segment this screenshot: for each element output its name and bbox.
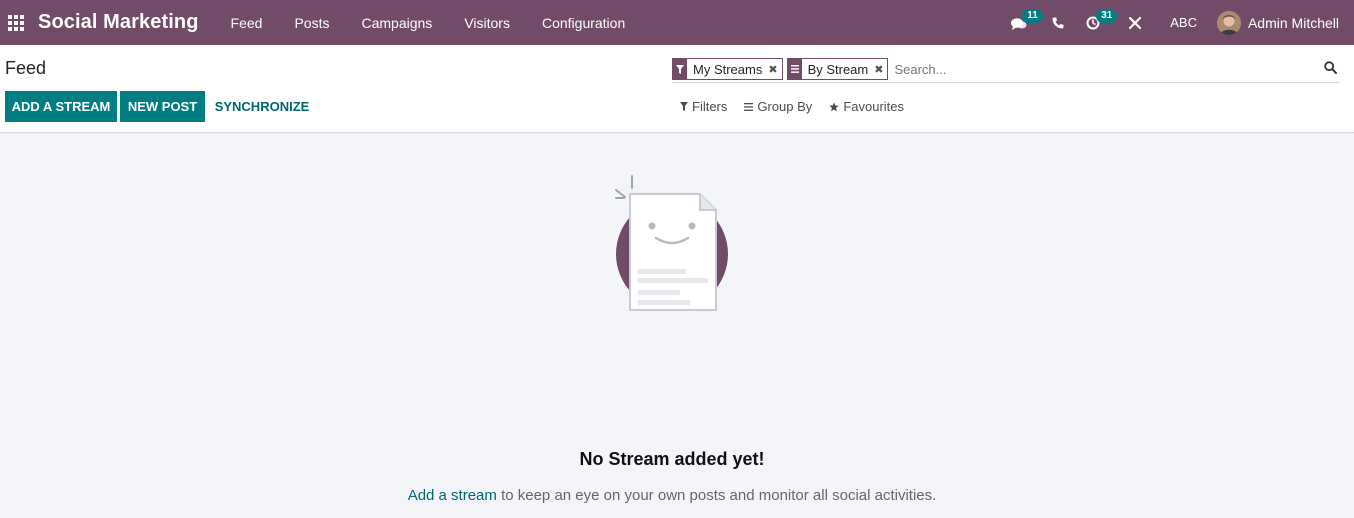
activities-count-badge: 31: [1096, 9, 1118, 23]
user-name: Admin Mitchell: [1247, 14, 1339, 31]
activities-button[interactable]: 31: [1070, 0, 1120, 45]
favourites-dropdown[interactable]: Favourites: [829, 99, 904, 114]
menu-visitors[interactable]: Visitors: [448, 0, 526, 45]
facet-label: My Streams: [693, 61, 763, 77]
search-bar: My Streams ✖ By Stream ✖: [672, 56, 1339, 83]
company-switcher[interactable]: ABC: [1150, 15, 1217, 30]
filters-dropdown[interactable]: Filters: [680, 99, 727, 114]
systray: 11 31 ABC Admin Mitchell: [1002, 0, 1354, 45]
group-by-label: Group By: [757, 99, 813, 114]
avatar: [1216, 10, 1241, 35]
debug-tools-button[interactable]: [1120, 0, 1150, 45]
apps-menu-button[interactable]: [0, 0, 28, 45]
user-menu[interactable]: Admin Mitchell: [1216, 10, 1354, 35]
favourites-label: Favourites: [843, 99, 905, 114]
empty-feed-illustration-icon: [615, 175, 728, 311]
group-icon: [787, 59, 802, 79]
tools-icon: [1129, 16, 1142, 29]
new-post-button[interactable]: NEW POST: [120, 91, 205, 122]
apps-grid-icon: [8, 14, 24, 31]
synchronize-button[interactable]: SYNCHRONIZE: [209, 91, 315, 122]
search-input[interactable]: [892, 61, 1339, 77]
add-stream-button[interactable]: ADD A STREAM: [5, 91, 117, 122]
star-icon: [829, 101, 840, 111]
filter-icon: [673, 59, 687, 79]
facet-by-stream: By Stream ✖: [786, 58, 889, 80]
search-icon[interactable]: [1324, 61, 1337, 74]
facet-my-streams: My Streams ✖: [672, 58, 783, 80]
phone-icon: [1052, 17, 1064, 28]
app-brand[interactable]: Social Marketing: [38, 11, 199, 34]
filters-label: Filters: [692, 99, 728, 114]
facet-remove-icon[interactable]: ✖: [874, 59, 887, 79]
group-by-dropdown[interactable]: Group By: [744, 99, 812, 114]
menu-configuration[interactable]: Configuration: [526, 0, 641, 45]
facet-label: By Stream: [807, 61, 869, 77]
page-title: Feed: [5, 58, 47, 78]
filter-icon: [680, 102, 688, 111]
bars-icon: [744, 102, 754, 111]
add-stream-link[interactable]: Add a stream: [408, 487, 497, 504]
control-panel: Feed ADD A STREAM NEW POST SYNCHRONIZE M…: [0, 45, 1354, 133]
empty-state-description: to keep an eye on your own posts and mon…: [496, 487, 937, 504]
phone-button[interactable]: [1046, 0, 1070, 45]
empty-state-title: No Stream added yet!: [579, 449, 765, 469]
messages-button[interactable]: 11: [1002, 0, 1046, 45]
menu-posts[interactable]: Posts: [278, 0, 345, 45]
facet-remove-icon[interactable]: ✖: [768, 59, 781, 79]
main-navbar: Social Marketing Feed Posts Campaigns Vi…: [0, 0, 1354, 45]
menu-feed[interactable]: Feed: [215, 0, 279, 45]
search-panel-options: Filters Group By Favourites: [680, 99, 921, 114]
messages-count-badge: 11: [1022, 9, 1043, 23]
empty-state-text: Add a stream to keep an eye on your own …: [0, 487, 1344, 504]
menu-campaigns[interactable]: Campaigns: [345, 0, 448, 45]
